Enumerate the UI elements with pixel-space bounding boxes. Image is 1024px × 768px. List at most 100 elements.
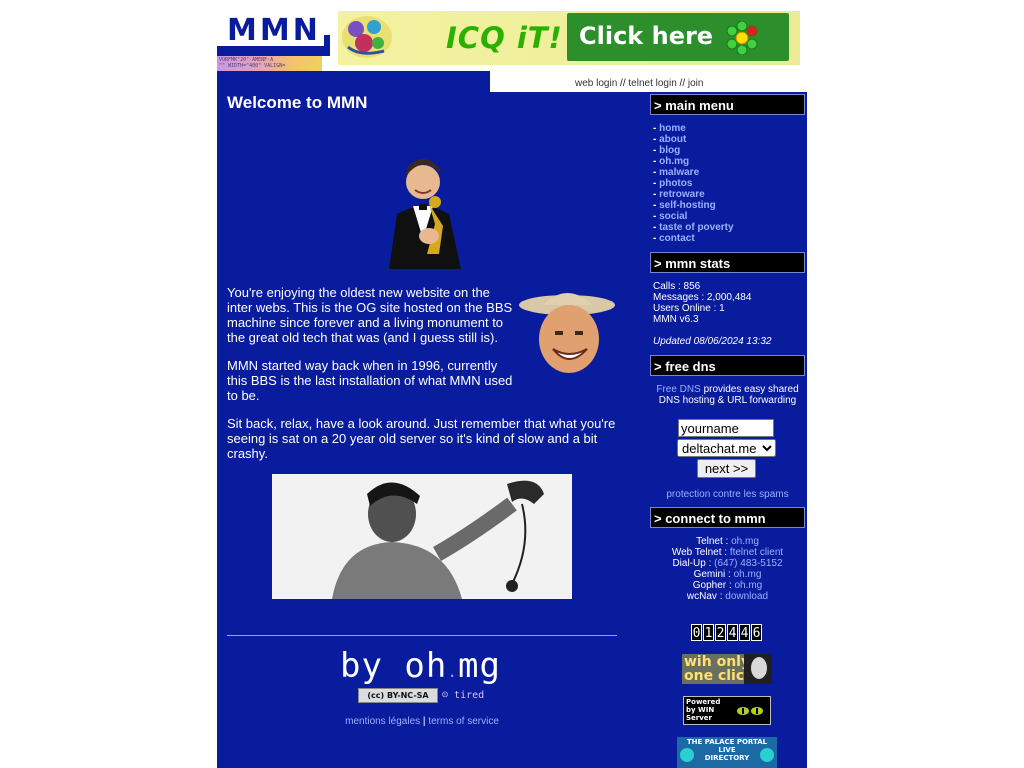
menu-link[interactable]: retroware bbox=[659, 189, 705, 200]
intro-paragraph-1: You're enjoying the oldest new website o… bbox=[227, 285, 513, 345]
menu-link[interactable]: contact bbox=[659, 233, 695, 244]
menu-item-self-hosting[interactable]: - self-hosting bbox=[653, 200, 802, 211]
counter-digit: 4 bbox=[727, 624, 738, 641]
icq-click-here-button[interactable]: Click here bbox=[567, 13, 789, 61]
face-icon bbox=[744, 654, 772, 684]
counter-digit: 1 bbox=[703, 624, 714, 641]
menu-link[interactable]: social bbox=[659, 211, 687, 222]
icq-banner-ad[interactable]: ICQ iT! Click here bbox=[338, 11, 800, 65]
smiley-icon bbox=[680, 748, 694, 762]
free-dns-panel: Free DNS provides easy shared DNS hostin… bbox=[650, 384, 805, 502]
main-menu: - home - about - blog - oh.mg - malware - pho… bbox=[650, 123, 805, 245]
web-login-link[interactable]: web login bbox=[575, 78, 617, 89]
connect-link[interactable]: download bbox=[725, 591, 768, 602]
connect-link[interactable]: oh.mg bbox=[731, 536, 759, 547]
dns-domain-select[interactable]: deltachat.me bbox=[677, 439, 776, 457]
menu-link[interactable]: taste of poverty bbox=[659, 222, 733, 233]
menu-link[interactable]: self-hosting bbox=[659, 200, 716, 211]
cowboy-image bbox=[517, 287, 619, 383]
connect-link[interactable]: (647) 483-5152 bbox=[714, 558, 782, 569]
signature-dot: . bbox=[447, 662, 458, 681]
connect-list: Telnet : oh.mg Web Telnet : ftelnet clien… bbox=[653, 536, 802, 602]
connect-header: > connect to mmn bbox=[650, 507, 805, 528]
cat-eyes-icon bbox=[737, 707, 763, 715]
menu-item-oh-mg[interactable]: - oh.mg bbox=[653, 156, 802, 167]
connect-label: Gopher : bbox=[692, 580, 735, 591]
menu-item-taste-of-poverty[interactable]: - taste of poverty bbox=[653, 222, 802, 233]
main-content: Welcome to MMN You're enjoying the oldes… bbox=[217, 71, 649, 768]
menu-link[interactable]: malware bbox=[659, 167, 699, 178]
spam-protection-link-wrap: protection contre les spams bbox=[650, 489, 805, 500]
login-separator-2: // bbox=[676, 78, 688, 89]
mentions-legales-link[interactable]: mentions légales bbox=[345, 716, 420, 727]
mmn-stats: Calls : 856 Messages : 2,000,484 Users O… bbox=[650, 281, 805, 349]
logo-tab bbox=[324, 35, 330, 56]
menu-item-blog[interactable]: - blog bbox=[653, 145, 802, 156]
signature-mg: mg bbox=[458, 646, 501, 686]
main-menu-list: - home - about - blog - oh.mg - malware - pho… bbox=[653, 123, 802, 244]
connect-link[interactable]: oh.mg bbox=[734, 569, 762, 580]
menu-item-photos[interactable]: - photos bbox=[653, 178, 802, 189]
connect-panel: Telnet : oh.mg Web Telnet : ftelnet clien… bbox=[650, 536, 805, 602]
footer-divider bbox=[227, 635, 617, 636]
signature-by: by oh bbox=[340, 646, 448, 686]
win-server-button[interactable]: Powered by WIN Server bbox=[683, 696, 771, 725]
visitor-counter: 012446 bbox=[691, 624, 763, 642]
free-dns-header: > free dns bbox=[650, 355, 805, 376]
menu-link[interactable]: oh.mg bbox=[659, 156, 689, 167]
stats-spacer bbox=[653, 325, 802, 336]
oscar-winner-image bbox=[369, 144, 477, 269]
connect-label: Dial-Up : bbox=[672, 558, 715, 569]
tired-badge[interactable]: ☹ tired bbox=[442, 690, 484, 701]
counter-digit: 6 bbox=[751, 624, 762, 641]
spam-protection-link[interactable]: protection contre les spams bbox=[666, 489, 788, 500]
creative-commons-badge[interactable]: (cc) BY-NC-SA bbox=[358, 688, 438, 703]
win-server-text: Powered by WIN Server bbox=[686, 698, 721, 722]
menu-link[interactable]: about bbox=[659, 134, 686, 145]
main-menu-header: > main menu bbox=[650, 94, 805, 115]
connect-label: wcNav : bbox=[686, 591, 726, 602]
menu-item-contact[interactable]: - contact bbox=[653, 233, 802, 244]
menu-item-retroware[interactable]: - retroware bbox=[653, 189, 802, 200]
logo-text: MMN bbox=[227, 13, 321, 48]
login-links: web login // telnet login // join bbox=[575, 78, 703, 89]
page-title: Welcome to MMN bbox=[227, 93, 368, 112]
connect-link[interactable]: oh.mg bbox=[734, 580, 762, 591]
menu-item-about[interactable]: - about bbox=[653, 134, 802, 145]
logo-strip-text: VORFMK"20"·AMENF·A "" WIDTH="400" VALIGN… bbox=[219, 57, 286, 69]
smiley-icon bbox=[760, 748, 774, 762]
icq-click-label: Click here bbox=[579, 22, 714, 50]
dns-next-button[interactable]: next >> bbox=[697, 459, 756, 478]
connect-row: wcNav : download bbox=[653, 591, 802, 602]
site-logo[interactable]: MMN VORFMK"20"·AMENF·A "" WIDTH="400" VA… bbox=[217, 11, 330, 71]
connect-link[interactable]: ftelnet client bbox=[730, 547, 783, 558]
free-dns-link[interactable]: Free DNS bbox=[656, 384, 700, 395]
menu-item-social[interactable]: - social bbox=[653, 211, 802, 222]
menu-link[interactable]: home bbox=[659, 123, 686, 134]
one-click-button[interactable]: wih only one click bbox=[682, 654, 772, 684]
menu-item-malware[interactable]: - malware bbox=[653, 167, 802, 178]
menu-link[interactable]: photos bbox=[659, 178, 692, 189]
telnet-login-link[interactable]: telnet login bbox=[628, 78, 676, 89]
intro-paragraph-3: Sit back, relax, have a look around. Jus… bbox=[227, 416, 616, 461]
connect-row: Telnet : oh.mg bbox=[653, 536, 802, 547]
logo-underline bbox=[217, 46, 330, 56]
stats-messages: Messages : 2,000,484 bbox=[653, 292, 752, 303]
legal-links: mentions légales | terms of service bbox=[217, 716, 627, 727]
menu-item-home[interactable]: - home bbox=[653, 123, 802, 134]
connect-label: Gemini : bbox=[693, 569, 734, 580]
stats-updated: Updated 08/06/2024 13:32 bbox=[653, 336, 772, 347]
connect-label: Telnet : bbox=[696, 536, 732, 547]
dns-hostname-input[interactable] bbox=[678, 419, 774, 437]
topbar-left bbox=[330, 71, 490, 92]
connect-row: Gopher : oh.mg bbox=[653, 580, 802, 591]
icq-flower-icon bbox=[726, 21, 758, 55]
tired-badge-label: tired bbox=[454, 690, 485, 701]
connect-row: Web Telnet : ftelnet client bbox=[653, 547, 802, 558]
palace-portal-button[interactable]: THE PALACE PORTAL LIVE DIRECTORY bbox=[677, 737, 777, 768]
menu-link[interactable]: blog bbox=[659, 145, 680, 156]
connect-label: Web Telnet : bbox=[671, 547, 730, 558]
join-link[interactable]: join bbox=[688, 78, 704, 89]
terms-of-service-link[interactable]: terms of service bbox=[428, 716, 499, 727]
login-separator-1: // bbox=[617, 78, 629, 89]
